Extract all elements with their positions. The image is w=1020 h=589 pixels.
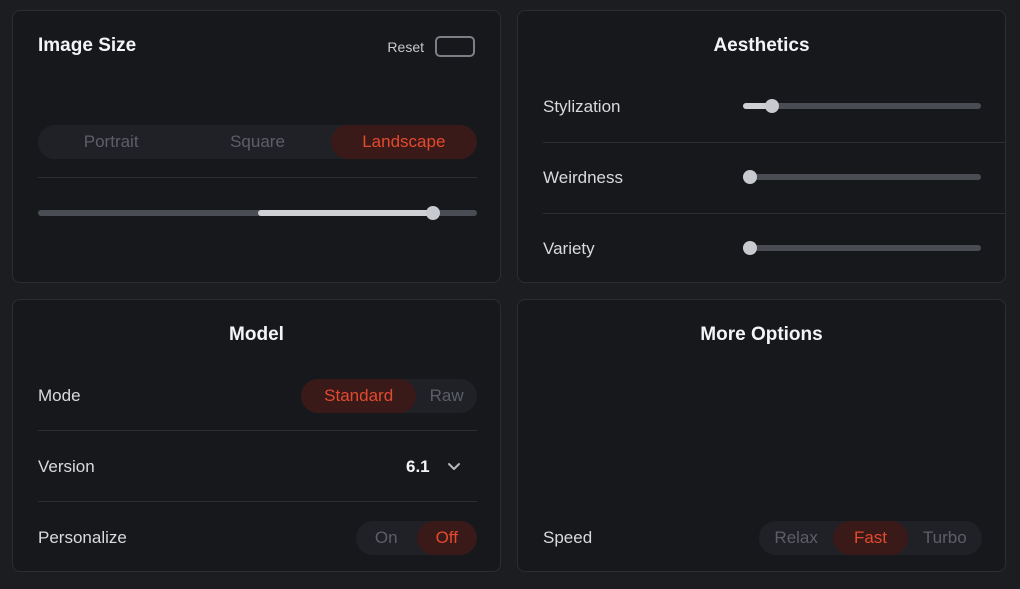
model-title: Model	[229, 324, 284, 345]
image-size-title: Image Size	[38, 35, 137, 56]
aspect-ratio-slider-thumb[interactable]	[426, 206, 441, 220]
aspect-option-square[interactable]: Square	[184, 125, 330, 159]
mode-option-standard[interactable]: Standard	[301, 379, 417, 413]
aesthetics-title: Aesthetics	[713, 35, 810, 56]
reset-label: Reset	[387, 39, 424, 55]
mode-label: Mode	[38, 386, 81, 405]
more-options-panel: More Options Speed Relax Fast Turbo	[517, 299, 1006, 572]
divider	[38, 177, 477, 178]
stylization-slider-thumb[interactable]	[765, 99, 780, 113]
model-panel: Model Mode Standard Raw Version 6.1 Pers…	[12, 299, 501, 572]
aesthetics-panel: Aesthetics Stylization Weirdness Variety	[517, 10, 1006, 283]
version-label: Version	[38, 457, 95, 476]
variety-label: Variety	[543, 239, 595, 258]
speed-label: Speed	[543, 528, 593, 547]
weirdness-slider[interactable]	[743, 170, 981, 184]
aspect-option-portrait[interactable]: Portrait	[38, 125, 184, 159]
personalize-option-off[interactable]: Off	[416, 521, 477, 555]
weirdness-label: Weirdness	[543, 168, 623, 187]
image-size-panel: Image Size Reset Portrait Square Landsca…	[12, 10, 501, 283]
aspect-segmented-control: Portrait Square Landscape	[38, 125, 477, 159]
speed-option-relax[interactable]: Relax	[759, 521, 833, 555]
personalize-segmented-control: On Off	[356, 521, 477, 555]
variety-slider[interactable]	[743, 241, 981, 255]
stylization-slider[interactable]	[743, 99, 981, 113]
aspect-ratio-slider[interactable]	[38, 206, 477, 220]
more-options-title: More Options	[700, 324, 823, 345]
speed-segmented-control: Relax Fast Turbo	[759, 521, 982, 555]
chevron-down-icon[interactable]	[447, 462, 461, 472]
variety-slider-thumb[interactable]	[743, 241, 757, 255]
divider	[543, 213, 1006, 214]
stylization-label: Stylization	[543, 97, 621, 116]
speed-option-turbo[interactable]: Turbo	[908, 521, 982, 555]
personalize-label: Personalize	[38, 528, 127, 547]
divider	[543, 142, 1006, 143]
mode-option-raw[interactable]: Raw	[416, 379, 477, 413]
mode-segmented-control: Standard Raw	[301, 379, 477, 413]
divider	[38, 430, 477, 431]
aspect-option-landscape[interactable]: Landscape	[330, 125, 477, 159]
personalize-option-on[interactable]: On	[356, 521, 417, 555]
weirdness-slider-thumb[interactable]	[743, 170, 757, 184]
aspect-ratio-slider-fill	[257, 210, 434, 216]
divider	[38, 501, 477, 502]
reset-toggle[interactable]	[435, 36, 475, 57]
version-value[interactable]: 6.1	[406, 457, 430, 477]
speed-option-fast[interactable]: Fast	[833, 521, 908, 555]
